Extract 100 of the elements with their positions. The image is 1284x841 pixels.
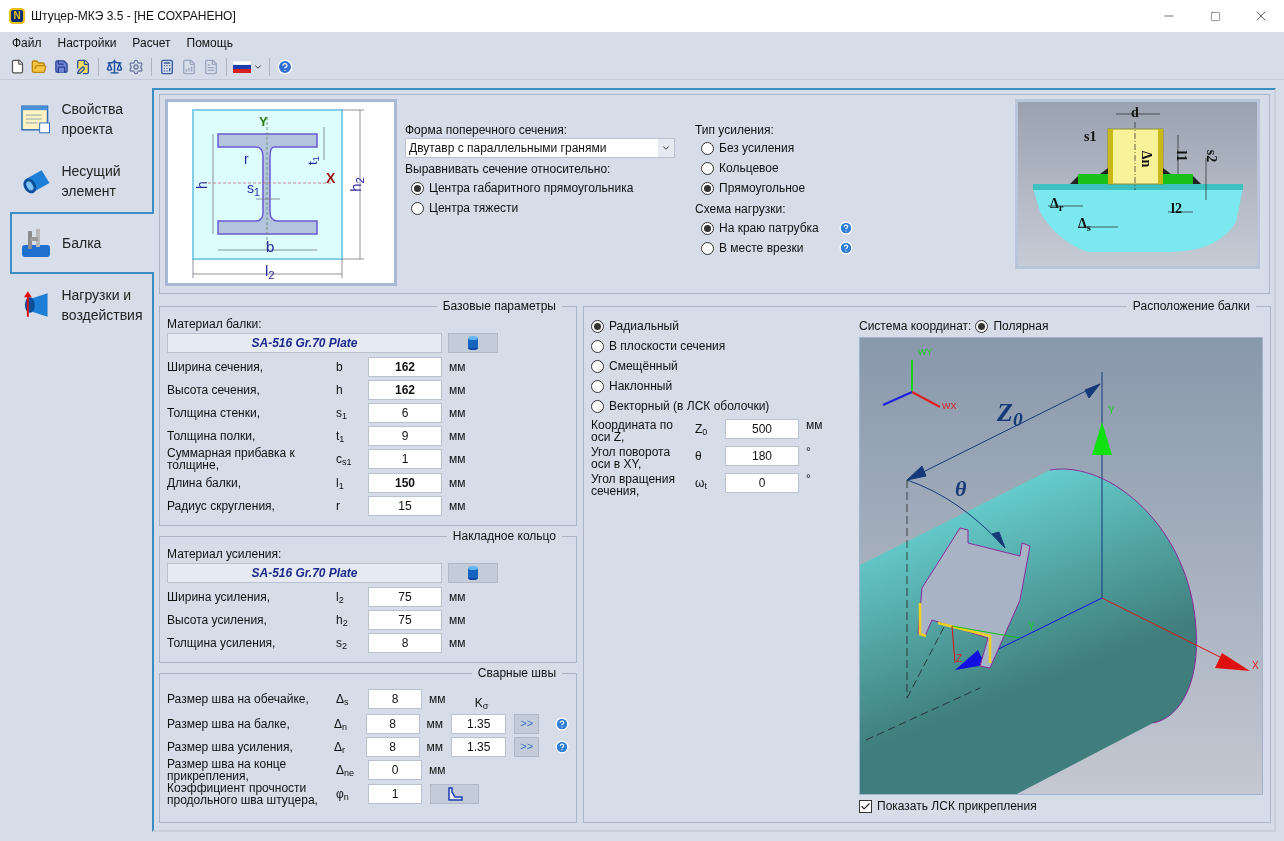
unit-label: мм <box>449 427 466 445</box>
radio-button[interactable] <box>701 141 714 155</box>
nav-tab[interactable]: Нагрузки и воздействия <box>10 274 152 336</box>
cylinder-icon <box>468 566 478 580</box>
param-symbol: h$_{2}$ <box>336 611 349 629</box>
radio-button[interactable] <box>591 339 604 353</box>
cylinder-icon <box>468 336 478 350</box>
material-field[interactable]: SA-516 Gr.70 Plate <box>167 333 442 353</box>
material-field[interactable]: SA-516 Gr.70 Plate <box>167 563 442 583</box>
unit-label: мм <box>449 634 466 652</box>
param-label: Угол вращения сечения, <box>591 473 676 497</box>
nav-tab[interactable]: Балка <box>10 212 154 274</box>
radio-button[interactable] <box>701 241 714 255</box>
menu-item[interactable]: Расчет <box>126 34 177 52</box>
param-label: Размер шва на конце прикрепления, <box>167 758 288 782</box>
param-symbol: s$_{1}$ <box>336 404 348 422</box>
value-field[interactable]: 162 <box>368 379 442 400</box>
param-label: Ширина сечения, <box>167 360 265 373</box>
param-label: Размер шва на балке, <box>167 717 291 730</box>
param-label: Толщина усиления, <box>167 636 277 649</box>
help-icon[interactable] <box>555 739 569 754</box>
unit-label: мм <box>449 611 466 629</box>
param-label: Координата по оси Z, <box>591 419 675 443</box>
value-field[interactable]: 8 <box>365 736 420 757</box>
value-field[interactable]: 180 <box>725 446 799 466</box>
value-field[interactable]: 8 <box>368 689 422 709</box>
nav-tab[interactable]: Свойства проекта <box>10 88 152 150</box>
value-field[interactable]: 6 <box>368 402 442 423</box>
param-label: Высота сечения, <box>167 383 261 396</box>
help-icon[interactable] <box>839 221 853 235</box>
radio-label: На краю патрубка <box>719 220 819 237</box>
diagram-label: Δn <box>1139 150 1154 168</box>
help-icon[interactable] <box>839 241 853 255</box>
material-button[interactable] <box>448 563 498 583</box>
value-field[interactable]: 1 <box>368 784 422 804</box>
radio-label: Кольцевое <box>719 160 779 177</box>
radio-button[interactable] <box>591 399 604 413</box>
unit-label: мм <box>449 497 466 515</box>
view-label: Y <box>1108 406 1115 416</box>
diagram-label: Δ$_{s}$ <box>1078 217 1091 231</box>
value-field[interactable]: 162 <box>368 356 442 377</box>
radio-button[interactable] <box>701 181 714 195</box>
param-label: Угол поворота оси в XY, <box>591 446 672 470</box>
material-button[interactable] <box>448 333 498 353</box>
field-label: Материал балки: <box>167 316 263 333</box>
param-label: Толщина стенки, <box>167 406 261 419</box>
radio-button[interactable] <box>411 181 424 195</box>
field-label: Тип усиления: <box>695 122 775 138</box>
param-symbol: b <box>336 358 344 376</box>
value-field[interactable]: 500 <box>725 419 799 439</box>
diagram-label: l1 <box>1174 150 1189 162</box>
shape-dropdown[interactable]: Двутавр с параллельными гранями <box>405 138 675 158</box>
value-field[interactable]: 0 <box>725 473 799 493</box>
value-field[interactable]: 1.35 <box>451 736 507 757</box>
value-field[interactable]: 8 <box>365 713 420 734</box>
diagram-label: Y <box>259 115 268 128</box>
radio-label: Центра габаритного прямоугольника <box>429 180 634 197</box>
caret-icon <box>661 143 671 153</box>
radio-button[interactable] <box>591 319 604 333</box>
view-label: Z <box>956 654 963 664</box>
document-icon <box>20 103 52 135</box>
unit-label: мм <box>449 474 466 492</box>
unit-label: мм <box>429 691 447 708</box>
value-field[interactable]: 1 <box>368 449 442 469</box>
unit-label: мм <box>449 451 466 468</box>
param-symbol: Δ$_{r}$ <box>333 738 346 756</box>
value-field[interactable]: 1.35 <box>451 713 507 734</box>
diagram-label: s1 <box>1084 130 1097 144</box>
value-field[interactable]: 0 <box>368 760 422 780</box>
value-field[interactable]: 75 <box>368 586 442 607</box>
param-symbol: r <box>336 497 341 515</box>
checkbox[interactable] <box>859 799 872 813</box>
view-label: θ <box>955 478 967 500</box>
value-field[interactable]: 15 <box>368 495 442 516</box>
radio-button[interactable] <box>591 379 604 393</box>
view-label: Y <box>1028 622 1035 632</box>
param-symbol: t$_{1}$ <box>336 427 346 445</box>
help-icon[interactable] <box>555 716 569 731</box>
value-field[interactable]: 75 <box>368 609 442 630</box>
radio-button[interactable] <box>411 201 424 215</box>
menu-item[interactable]: Настройки <box>51 34 123 52</box>
beam-on-pipe-icon <box>20 227 52 259</box>
value-field[interactable]: 9 <box>368 425 442 446</box>
weld-button[interactable] <box>430 784 479 804</box>
radio-button[interactable] <box>701 221 714 235</box>
radio-button[interactable] <box>591 359 604 373</box>
menu-item[interactable]: Файл <box>6 34 48 52</box>
param-symbol: c$_{s1}$ <box>336 451 353 468</box>
menu-item[interactable]: Помощь <box>180 34 239 52</box>
unit-label: мм <box>449 404 466 422</box>
radio-button[interactable] <box>975 319 989 333</box>
value-field[interactable]: 150 <box>368 472 442 493</box>
param-symbol: Δ$_{n}$ <box>333 715 348 733</box>
radio-button[interactable] <box>701 161 714 175</box>
weld-icon <box>446 787 463 801</box>
diagram-label: h <box>194 181 209 189</box>
nav-tab[interactable]: Несущий элемент <box>10 150 152 212</box>
value-field[interactable]: 8 <box>368 632 442 653</box>
window-title: Штуцер-МКЭ 3.5 - [НЕ СОХРАНЕНО] <box>31 8 236 25</box>
diagram-label: X <box>326 171 336 185</box>
